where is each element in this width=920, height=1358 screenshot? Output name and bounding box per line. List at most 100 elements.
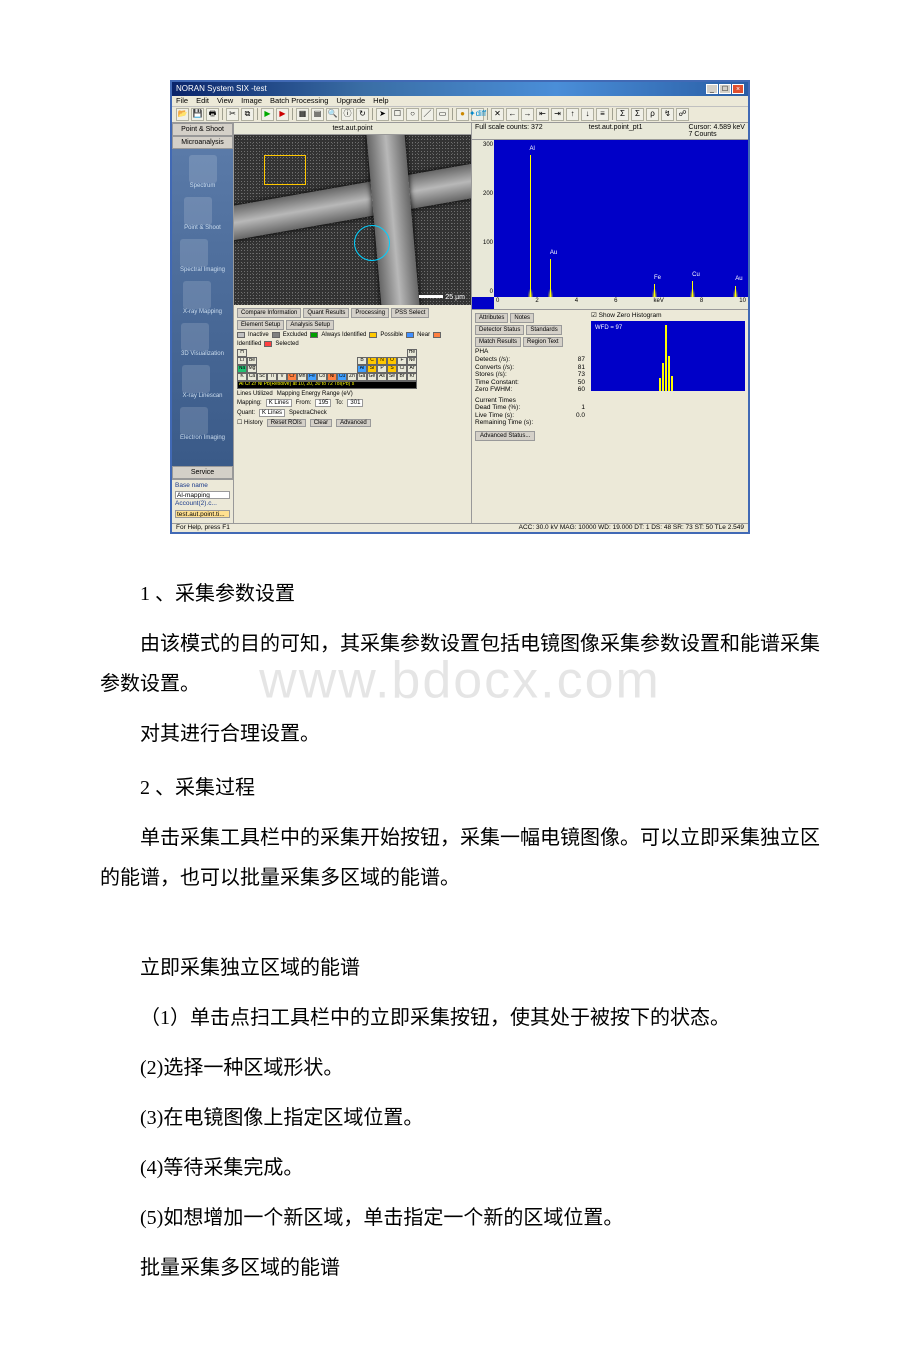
p-icon[interactable]: ρ: [646, 108, 659, 121]
nav-tab-microanalysis[interactable]: Microanalysis: [172, 136, 233, 149]
last-icon[interactable]: ⇥: [551, 108, 564, 121]
menu-batch[interactable]: Batch Processing: [270, 97, 328, 105]
from-input[interactable]: 195: [315, 399, 331, 407]
point-shoot-icon: [184, 197, 212, 225]
nav-item[interactable]: Point & Shoot: [184, 197, 221, 231]
minimize-button[interactable]: _: [706, 84, 718, 94]
main-toolbar: 📂 💾 🖶 ✂ ⧉ ▶ ▶ ▦ ▤ 🔍 ⓘ ↻ ➤ ☐ ○ ／ ▭ ● ✦dif…: [172, 107, 748, 123]
reset-rois-button[interactable]: Reset ROIs: [267, 419, 306, 427]
tab-standards[interactable]: Standards: [526, 325, 561, 335]
service-header[interactable]: Service: [172, 466, 233, 479]
print-icon[interactable]: 🖶: [206, 108, 219, 121]
nav-icon-column: Spectrum Point & Shoot Spectral Imaging …: [172, 149, 233, 466]
tab-processing[interactable]: Processing: [351, 308, 389, 318]
nav-tab-point-shoot[interactable]: Point & Shoot: [172, 123, 233, 136]
arrow-right-icon[interactable]: →: [521, 108, 534, 121]
circle-tool-icon[interactable]: ○: [406, 108, 419, 121]
paragraph: 单击采集工具栏中的采集开始按钮，采集一幅电镜图像。可以立即采集独立区的能谱，也可…: [100, 818, 820, 898]
linescan-icon: [182, 365, 210, 393]
history-checkbox[interactable]: ☐ History: [237, 420, 263, 426]
electron-imaging-icon: [180, 407, 208, 435]
to-input[interactable]: 301: [347, 399, 363, 407]
status-tabs: Attributes Notes Detector Status Standar…: [475, 313, 585, 347]
menu-edit[interactable]: Edit: [196, 97, 209, 105]
menu-upgrade[interactable]: Upgrade: [336, 97, 365, 105]
clear-button[interactable]: Clear: [310, 419, 332, 427]
tree-icon[interactable]: ≡: [596, 108, 609, 121]
paragraph: 立即采集独立区域的能谱: [100, 948, 820, 988]
select-icon[interactable]: ☐: [391, 108, 404, 121]
tab-detector[interactable]: Detector Status: [475, 325, 524, 335]
pointer-icon[interactable]: ➤: [376, 108, 389, 121]
cut-icon[interactable]: ✂: [226, 108, 239, 121]
play-icon[interactable]: ▶: [261, 108, 274, 121]
tab-analysis-setup[interactable]: Analysis Setup: [286, 320, 334, 330]
advanced-button[interactable]: Advanced: [336, 419, 371, 427]
menu-view[interactable]: View: [217, 97, 233, 105]
up-icon[interactable]: ↑: [566, 108, 579, 121]
selection-rectangle[interactable]: [264, 155, 306, 185]
marker2-icon[interactable]: ✦diff: [471, 108, 484, 121]
tab-pss[interactable]: PSS Select: [391, 308, 429, 318]
spectrum-chart[interactable]: 300 200 100 0 AlAuFeCuAu 0 2 4 6 keV 8 1…: [472, 140, 748, 310]
from-label: From:: [296, 400, 312, 406]
nav-item[interactable]: X-ray Mapping: [183, 281, 222, 315]
show-zero-checkbox[interactable]: ☑ Show Zero Histogram: [591, 313, 745, 320]
left-nav: Point & Shoot Microanalysis Spectrum Poi…: [172, 123, 234, 523]
mapping-dropdown[interactable]: K Lines: [266, 399, 292, 407]
tab-match[interactable]: Match Results: [475, 337, 521, 347]
down-icon[interactable]: ↓: [581, 108, 594, 121]
arrow-left-icon[interactable]: ←: [506, 108, 519, 121]
zero-histogram: WFD = 97: [591, 321, 745, 391]
tab-region[interactable]: Region Text: [523, 337, 563, 347]
nav-item[interactable]: X-ray Linescan: [182, 365, 222, 399]
account-label: Account(2).c...: [175, 501, 230, 508]
tab-attributes[interactable]: Attributes: [475, 313, 508, 323]
menu-file[interactable]: File: [176, 97, 188, 105]
rect-tool-icon[interactable]: ▭: [436, 108, 449, 121]
tab-quant[interactable]: Quant Results: [303, 308, 349, 318]
nav-item[interactable]: Electron Imaging: [180, 407, 225, 441]
nav-item[interactable]: Spectral Imaging: [180, 239, 225, 273]
base-name-field[interactable]: Al-mapping: [175, 491, 230, 499]
sem-image[interactable]: 25 µm: [234, 135, 471, 305]
menu-image[interactable]: Image: [241, 97, 262, 105]
quant-dropdown[interactable]: K Lines: [259, 409, 285, 417]
first-icon[interactable]: ⇤: [536, 108, 549, 121]
open-icon[interactable]: 📂: [176, 108, 189, 121]
cross-icon[interactable]: ✕: [491, 108, 504, 121]
peak-label: Cu: [692, 272, 700, 278]
grid2-icon[interactable]: ▤: [311, 108, 324, 121]
advanced-status-button[interactable]: Advanced Status...: [475, 431, 535, 441]
tab-notes[interactable]: Notes: [510, 313, 534, 323]
full-scale-label: Full scale counts: 372: [475, 124, 543, 138]
record-icon[interactable]: ▶: [276, 108, 289, 121]
status-row: Detects (/s):87: [475, 357, 585, 364]
t-icon[interactable]: ☍: [676, 108, 689, 121]
nav-item[interactable]: Spectrum: [189, 155, 217, 189]
copy-icon[interactable]: ⧉: [241, 108, 254, 121]
line-tool-icon[interactable]: ／: [421, 108, 434, 121]
zoom-icon[interactable]: 🔍: [326, 108, 339, 121]
grid-icon[interactable]: ▦: [296, 108, 309, 121]
cursor-info: Cursor: 4.589 keV 7 Counts: [689, 124, 745, 138]
status-row: Remaining Time (s):: [475, 420, 585, 427]
refresh-icon[interactable]: ↻: [356, 108, 369, 121]
selection-circle[interactable]: [354, 225, 390, 261]
menu-help[interactable]: Help: [373, 97, 388, 105]
periodic-table[interactable]: HHe LiBeBCNOFNe NaMgAlSiPSClAr KCaScTiVC…: [237, 349, 468, 389]
tab-element-setup[interactable]: Element Setup: [237, 320, 284, 330]
s-icon[interactable]: Σ: [631, 108, 644, 121]
close-button[interactable]: ×: [732, 84, 744, 94]
main-panels: test.aut.point 25 µm Compare Information…: [234, 123, 748, 523]
nav-item[interactable]: 3D Visualization: [181, 323, 224, 357]
tab-compare[interactable]: Compare Information: [237, 308, 301, 318]
maximize-button[interactable]: ☐: [719, 84, 731, 94]
z-icon[interactable]: Σ: [616, 108, 629, 121]
quant-label: Quant:: [237, 410, 255, 416]
save-icon[interactable]: 💾: [191, 108, 204, 121]
marker1-icon[interactable]: ●: [456, 108, 469, 121]
q-icon[interactable]: ↯: [661, 108, 674, 121]
info-icon[interactable]: ⓘ: [341, 108, 354, 121]
account-field[interactable]: test.aut.point.ti...: [175, 510, 230, 518]
